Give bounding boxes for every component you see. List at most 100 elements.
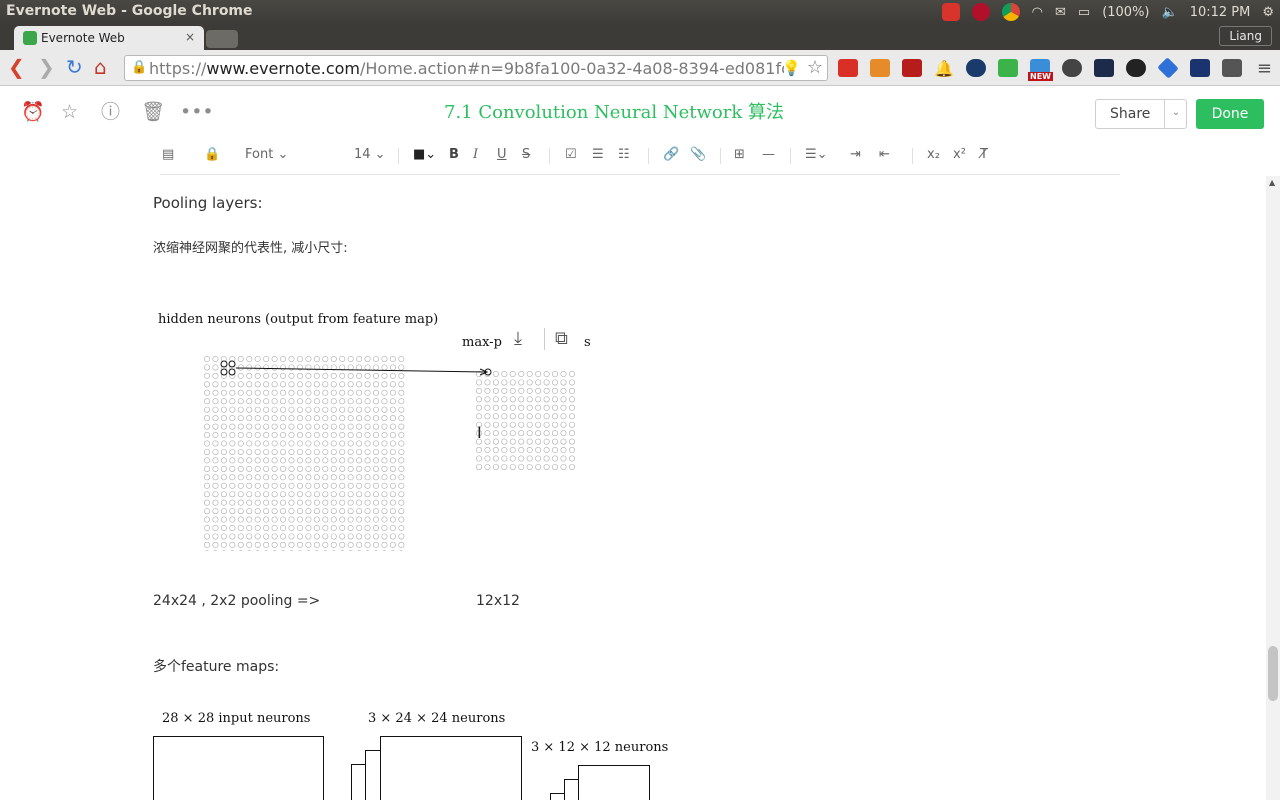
underline-icon[interactable]: U	[497, 147, 507, 163]
max-pooling-diagram[interactable]	[200, 341, 590, 551]
neuron	[347, 356, 354, 363]
notebook-icon[interactable]: ▤	[162, 147, 174, 163]
align-left-icon[interactable]: ☰⌄	[805, 147, 828, 163]
chrome-menu-icon[interactable]: ≡	[1257, 58, 1272, 79]
neuron	[373, 372, 380, 379]
neuron	[475, 379, 482, 386]
neuron	[246, 406, 253, 413]
neuron	[568, 421, 575, 428]
neuron	[475, 387, 482, 394]
lightbulb-icon[interactable]: 💡	[782, 59, 801, 77]
cloud-extension-icon[interactable]	[966, 59, 986, 77]
table-icon[interactable]: ⊞	[734, 147, 745, 163]
neuron	[492, 404, 499, 411]
neuron	[313, 372, 320, 379]
scroll-up-icon[interactable]: ▲	[1269, 178, 1275, 187]
reload-icon[interactable]: ↻	[66, 56, 83, 78]
wifi-icon[interactable]: ◠	[1032, 5, 1043, 20]
feature-maps-diagram[interactable]	[148, 731, 668, 800]
evernote-extension-icon[interactable]	[1222, 59, 1242, 77]
battery-icon[interactable]: ▭	[1078, 5, 1090, 20]
neuron	[484, 447, 491, 454]
download-image-icon[interactable]: ⤓	[514, 328, 522, 349]
new-badge-extension-icon[interactable]: NEW	[1028, 59, 1053, 81]
abc-check-extension-icon[interactable]	[998, 59, 1018, 77]
strikethrough-icon[interactable]: S	[522, 147, 530, 163]
home-icon[interactable]: ⌂	[94, 56, 107, 78]
link-icon[interactable]: 🔗	[663, 147, 679, 163]
settings-gear-icon[interactable]: ⚙	[1262, 5, 1274, 20]
sogou-input-icon[interactable]	[941, 3, 960, 21]
subscript-icon[interactable]: x₂	[927, 147, 940, 163]
neuron	[526, 387, 533, 394]
steering-extension-icon[interactable]	[1062, 59, 1082, 77]
neuron	[339, 448, 346, 455]
font-family-dropdown[interactable]: Font ⌄	[245, 147, 288, 163]
bookmark-star-icon[interactable]: ☆	[807, 57, 823, 78]
attachment-icon[interactable]: 📎	[690, 147, 706, 163]
bold-icon[interactable]: B	[449, 147, 459, 163]
neuron	[356, 474, 363, 481]
neuron	[305, 448, 312, 455]
evernote-favicon-icon	[23, 31, 37, 45]
browser-tab[interactable]: Evernote Web ×	[14, 26, 204, 50]
neuron	[322, 423, 329, 430]
new-tab-button[interactable]	[206, 30, 238, 48]
note-body[interactable]: Pooling layers: 浓缩神经网聚的代表性, 减小尺寸: hidden…	[0, 176, 1266, 800]
neuron	[313, 389, 320, 396]
text-color-icon[interactable]: ■⌄	[413, 147, 436, 163]
profile-user-button[interactable]: Liang	[1219, 26, 1272, 46]
clock[interactable]: 10:12 PM	[1190, 5, 1251, 20]
clear-formatting-icon[interactable]: T̸	[980, 147, 988, 163]
mail-icon[interactable]: ✉	[1055, 5, 1066, 20]
tag-lock-icon[interactable]: 🔒	[204, 147, 220, 163]
address-bar[interactable]: 🔒 https://www.evernote.com/Home.action#n…	[124, 55, 828, 81]
neuron	[509, 413, 516, 420]
share-dropdown-chevron-icon[interactable]: ⌄	[1164, 100, 1187, 128]
neuron	[330, 516, 337, 523]
neuron	[389, 491, 396, 498]
volume-icon[interactable]: 🔈	[1162, 5, 1178, 20]
view-image-icon[interactable]: ⧉	[555, 328, 568, 349]
horizontal-rule-icon[interactable]: —	[762, 147, 775, 163]
forward-icon[interactable]: ❯	[38, 56, 55, 78]
note-title[interactable]: 7.1 Convolution Neural Network 算法	[0, 98, 1228, 124]
neuron	[552, 463, 559, 470]
neuron	[339, 508, 346, 515]
selected-neuron	[220, 360, 228, 368]
diamond-extension-icon[interactable]	[1157, 57, 1179, 79]
vertical-scrollbar[interactable]: ▲	[1266, 176, 1280, 800]
neuron	[373, 398, 380, 405]
onenote-extension-icon[interactable]	[1190, 59, 1210, 77]
neuron	[296, 398, 303, 405]
font-size-dropdown[interactable]: 14 ⌄	[354, 147, 386, 163]
outdent-icon[interactable]: ⇤	[879, 147, 890, 163]
url-text[interactable]: https://www.evernote.com/Home.action#n=9…	[149, 59, 784, 78]
neuron	[347, 398, 354, 405]
indent-icon[interactable]: ⇥	[850, 147, 861, 163]
library-extension-icon[interactable]	[1094, 59, 1114, 77]
record-icon[interactable]	[971, 3, 990, 21]
neuron	[220, 457, 227, 464]
superscript-icon[interactable]: x²	[953, 147, 966, 163]
neuron	[347, 541, 354, 548]
neuron	[271, 448, 278, 455]
scrollbar-thumb[interactable]	[1268, 646, 1278, 701]
numbered-list-icon[interactable]: ☷	[618, 147, 630, 163]
camera-extension-icon[interactable]	[1126, 59, 1146, 77]
tab-close-icon[interactable]: ×	[185, 30, 195, 44]
neuron	[313, 415, 320, 422]
checkbox-icon[interactable]: ☑	[565, 147, 577, 163]
box-extension-icon[interactable]	[870, 59, 890, 77]
back-icon[interactable]: ❮	[8, 56, 25, 78]
bullet-list-icon[interactable]: ☰	[592, 147, 604, 163]
book-extension-icon[interactable]	[902, 59, 922, 77]
neuron	[560, 430, 567, 437]
italic-icon[interactable]: I	[473, 147, 478, 163]
share-button[interactable]: Share ⌄	[1095, 99, 1187, 129]
bell-extension-icon[interactable]: 🔔	[934, 59, 954, 78]
lock-icon[interactable]: 🔒	[131, 60, 147, 75]
gmail-extension-icon[interactable]	[838, 59, 858, 77]
chrome-tray-icon[interactable]	[1001, 3, 1020, 21]
done-button[interactable]: Done	[1196, 99, 1264, 129]
